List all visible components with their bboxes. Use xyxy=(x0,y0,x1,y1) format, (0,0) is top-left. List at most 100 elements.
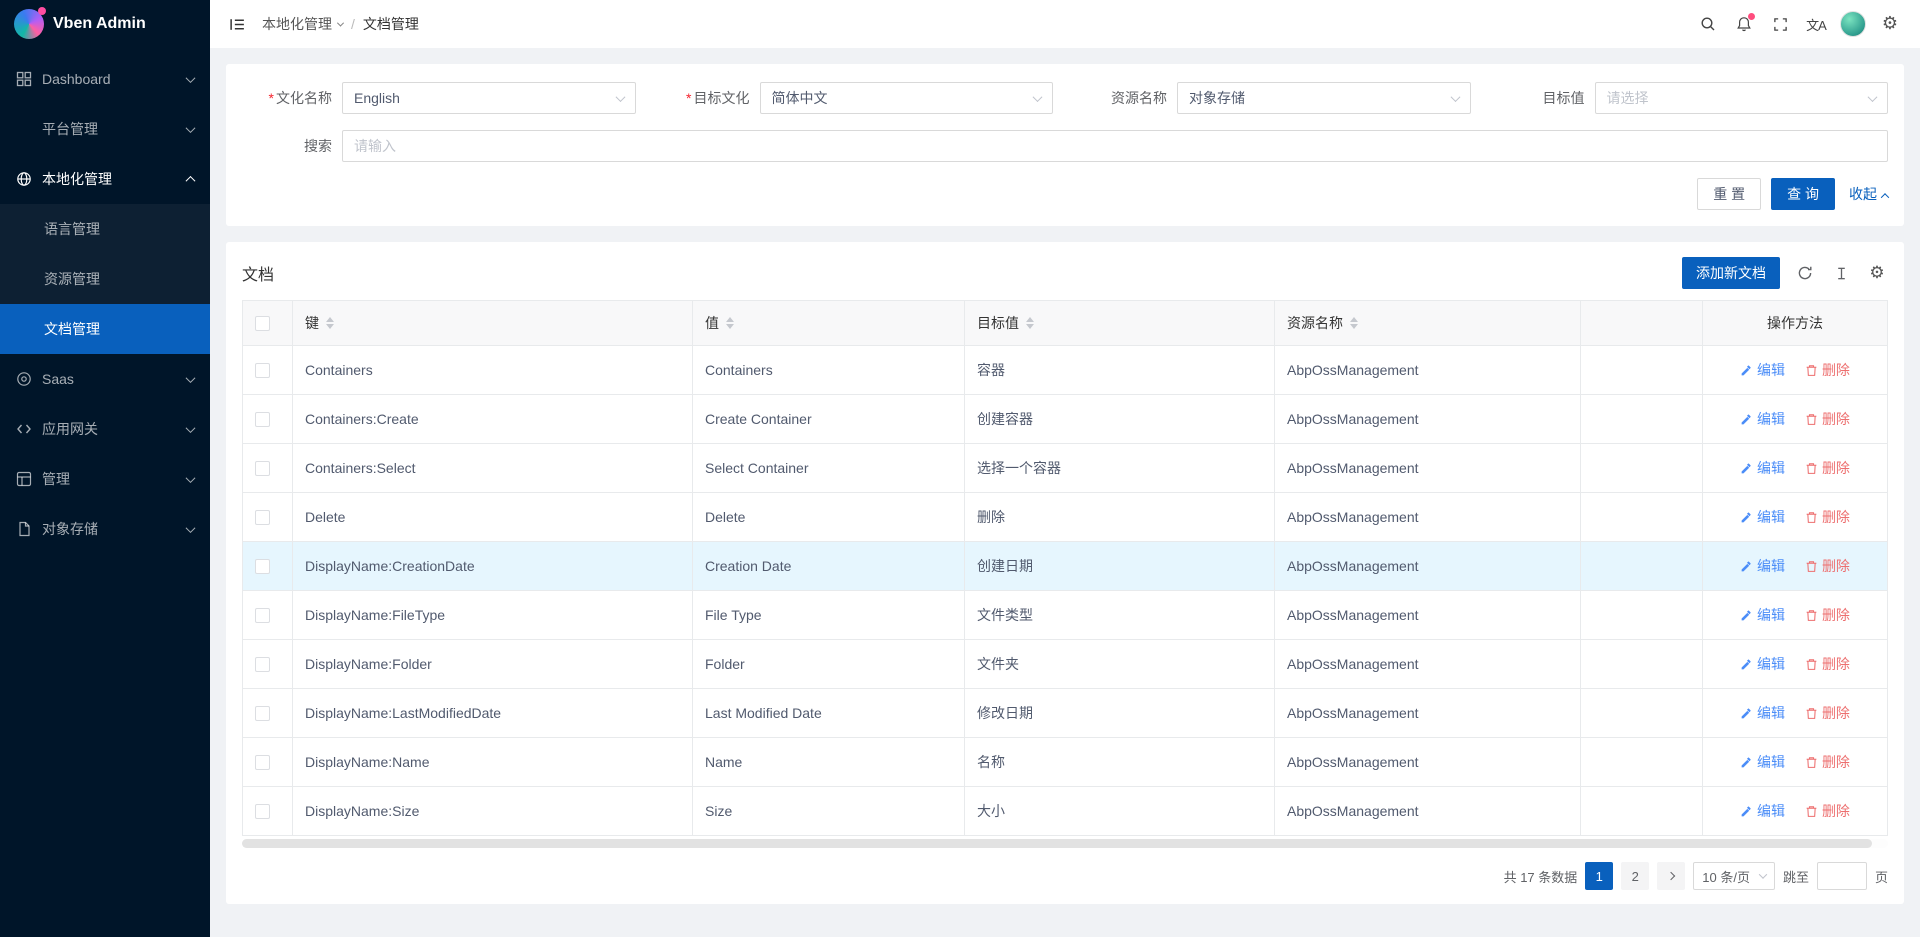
edit-button[interactable]: 编辑 xyxy=(1740,458,1785,478)
refresh-icon[interactable] xyxy=(1794,262,1816,284)
sidebar-subitem-document[interactable]: 文档管理 xyxy=(0,304,210,354)
table-row-highlighted: DisplayName:CreationDate Creation Date 创… xyxy=(243,542,1888,591)
settings-gear-icon[interactable]: ⚙ xyxy=(1872,0,1908,48)
notification-bell-icon[interactable] xyxy=(1726,0,1762,48)
logo-icon xyxy=(14,9,44,39)
table-settings-gear-icon[interactable]: ⚙ xyxy=(1866,262,1888,284)
breadcrumb-separator: / xyxy=(351,16,355,32)
sidebar-subitem-language[interactable]: 语言管理 xyxy=(0,204,210,254)
sort-icons[interactable] xyxy=(1350,317,1358,329)
row-checkbox[interactable] xyxy=(255,559,270,574)
column-header-actions: 操作方法 xyxy=(1703,301,1888,346)
row-checkbox[interactable] xyxy=(255,657,270,672)
chevron-down-icon xyxy=(1033,92,1043,102)
trash-icon xyxy=(1805,364,1818,377)
sidebar-item-admin[interactable]: 管理 xyxy=(0,454,210,504)
target-culture-select[interactable]: 简体中文 xyxy=(760,82,1054,114)
cell-value: Containers xyxy=(693,346,965,395)
row-height-icon[interactable] xyxy=(1830,262,1852,284)
sidebar-item-gateway[interactable]: 应用网关 xyxy=(0,404,210,454)
edit-button[interactable]: 编辑 xyxy=(1740,360,1785,380)
edit-button[interactable]: 编辑 xyxy=(1740,556,1785,576)
row-checkbox[interactable] xyxy=(255,706,270,721)
page-button-2[interactable]: 2 xyxy=(1621,862,1649,890)
edit-button[interactable]: 编辑 xyxy=(1740,801,1785,821)
resource-select[interactable]: 对象存储 xyxy=(1177,82,1471,114)
jump-page-input[interactable] xyxy=(1817,862,1867,890)
horizontal-scrollbar[interactable] xyxy=(242,839,1888,848)
row-checkbox[interactable] xyxy=(255,608,270,623)
row-checkbox[interactable] xyxy=(255,461,270,476)
edit-button[interactable]: 编辑 xyxy=(1740,654,1785,674)
target-value-select[interactable]: 请选择 xyxy=(1595,82,1889,114)
delete-button[interactable]: 删除 xyxy=(1805,703,1850,723)
cell-value: Create Container xyxy=(693,395,965,444)
documents-table: 键 值 目标值 资源名称 xyxy=(242,300,1888,836)
reset-button[interactable]: 重 置 xyxy=(1697,178,1761,210)
edit-button[interactable]: 编辑 xyxy=(1740,409,1785,429)
column-header-resource[interactable]: 资源名称 xyxy=(1275,301,1581,346)
delete-button[interactable]: 删除 xyxy=(1805,605,1850,625)
culture-select[interactable]: English xyxy=(342,82,636,114)
sidebar-item-platform[interactable]: 平台管理 xyxy=(0,104,210,154)
chevron-down-icon xyxy=(337,19,344,26)
delete-button[interactable]: 删除 xyxy=(1805,556,1850,576)
row-checkbox[interactable] xyxy=(255,804,270,819)
column-header-target[interactable]: 目标值 xyxy=(965,301,1275,346)
next-page-button[interactable] xyxy=(1657,862,1685,890)
jump-label: 跳至 xyxy=(1783,867,1809,886)
row-checkbox[interactable] xyxy=(255,363,270,378)
search-icon[interactable] xyxy=(1690,0,1726,48)
breadcrumb-root[interactable]: 本地化管理 xyxy=(262,14,343,34)
add-document-button[interactable]: 添加新文档 xyxy=(1682,257,1780,289)
cell-key: Containers xyxy=(293,346,693,395)
delete-button[interactable]: 删除 xyxy=(1805,360,1850,380)
column-header-key[interactable]: 键 xyxy=(293,301,693,346)
row-checkbox[interactable] xyxy=(255,412,270,427)
app-title: Vben Admin xyxy=(53,15,146,33)
pencil-icon xyxy=(1740,413,1753,426)
delete-button[interactable]: 删除 xyxy=(1805,458,1850,478)
table-row: Containers:Select Select Container 选择一个容… xyxy=(243,444,1888,493)
pencil-icon xyxy=(1740,462,1753,475)
sort-icons[interactable] xyxy=(326,317,334,329)
sidebar-item-dashboard[interactable]: Dashboard xyxy=(0,54,210,104)
search-input[interactable] xyxy=(342,130,1888,162)
sidebar-item-saas[interactable]: Saas xyxy=(0,354,210,404)
sidebar-item-object-storage[interactable]: 对象存储 xyxy=(0,504,210,554)
edit-button[interactable]: 编辑 xyxy=(1740,507,1785,527)
sort-asc-icon xyxy=(1350,317,1358,322)
edit-button[interactable]: 编辑 xyxy=(1740,752,1785,772)
target-culture-label: 目标文化 xyxy=(694,90,750,106)
sidebar-item-localization[interactable]: 本地化管理 xyxy=(0,154,210,204)
query-button[interactable]: 查 询 xyxy=(1771,178,1835,210)
page-size-select[interactable]: 10 条/页 xyxy=(1693,862,1775,890)
delete-button[interactable]: 删除 xyxy=(1805,507,1850,527)
menu-fold-icon[interactable] xyxy=(220,7,254,41)
edit-button[interactable]: 编辑 xyxy=(1740,605,1785,625)
delete-button[interactable]: 删除 xyxy=(1805,752,1850,772)
notification-badge xyxy=(1748,13,1755,20)
scrollbar-thumb[interactable] xyxy=(242,839,1872,848)
fullscreen-icon[interactable] xyxy=(1762,0,1798,48)
collapse-link[interactable]: 收起 xyxy=(1849,184,1888,204)
logo[interactable]: Vben Admin xyxy=(0,0,210,48)
page-button-1[interactable]: 1 xyxy=(1585,862,1613,890)
cell-resource: AbpOssManagement xyxy=(1275,542,1581,591)
delete-button[interactable]: 删除 xyxy=(1805,801,1850,821)
topbar: 本地化管理 / 文档管理 文A ⚙ xyxy=(210,0,1920,48)
column-header-value[interactable]: 值 xyxy=(693,301,965,346)
row-checkbox[interactable] xyxy=(255,755,270,770)
delete-button[interactable]: 删除 xyxy=(1805,654,1850,674)
edit-button[interactable]: 编辑 xyxy=(1740,703,1785,723)
sidebar-subitem-resource[interactable]: 资源管理 xyxy=(0,254,210,304)
page-unit-label: 页 xyxy=(1875,867,1888,886)
select-all-checkbox[interactable] xyxy=(255,316,270,331)
avatar[interactable] xyxy=(1840,11,1866,37)
translate-icon[interactable]: 文A xyxy=(1798,0,1834,48)
sort-desc-icon xyxy=(326,324,334,329)
sort-icons[interactable] xyxy=(726,317,734,329)
delete-button[interactable]: 删除 xyxy=(1805,409,1850,429)
row-checkbox[interactable] xyxy=(255,510,270,525)
sort-icons[interactable] xyxy=(1026,317,1034,329)
